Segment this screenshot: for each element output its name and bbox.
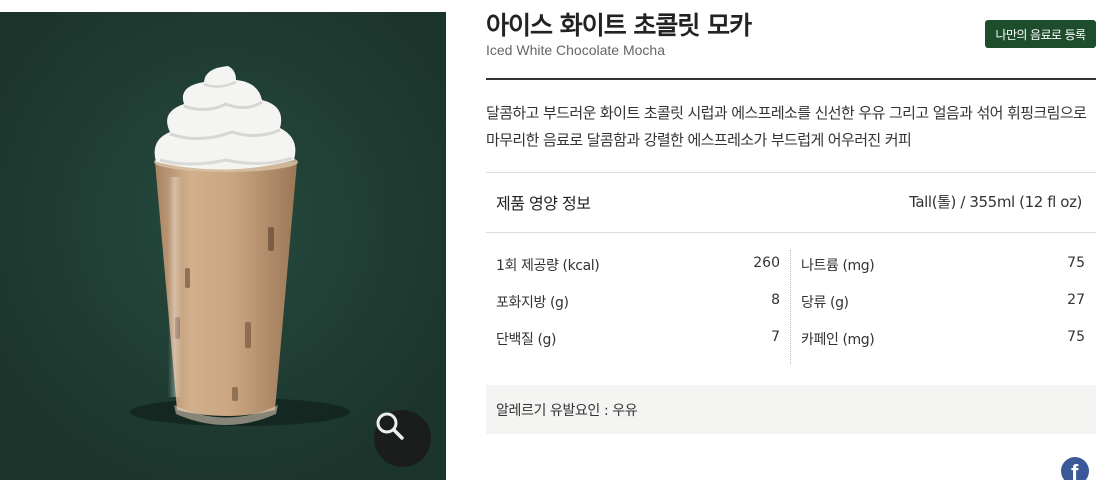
nutrition-label-caffeine: 카페인 (mg)	[801, 332, 875, 348]
nutrition-divider-top	[486, 172, 1096, 173]
nutrition-label-saturated-fat: 포화지방 (g)	[496, 295, 569, 311]
nutrition-value-protein: 7	[771, 329, 780, 345]
nutrition-divider-bottom	[486, 232, 1096, 233]
nutrition-value-caffeine: 75	[1067, 329, 1085, 345]
nutrition-value-saturated-fat: 8	[771, 292, 780, 308]
facebook-icon: f	[1071, 460, 1079, 480]
product-name-ko: 아이스 화이트 초콜릿 모카	[486, 11, 752, 40]
allergy-text: 알레르기 유발요인 : 우유	[496, 402, 638, 419]
facebook-share-button[interactable]: f	[1061, 457, 1089, 480]
nutrition-label-sugars: 당류 (g)	[801, 295, 849, 311]
nutrition-label-protein: 단백질 (g)	[496, 332, 557, 348]
product-description: 달콤하고 부드러운 화이트 초콜릿 시럽과 에스프레소를 신선한 우유 그리고 …	[486, 104, 1087, 149]
title-divider	[486, 78, 1096, 80]
nutrition-title: 제품 영양 정보	[496, 194, 591, 213]
zoom-button[interactable]	[374, 410, 431, 467]
product-image	[0, 12, 446, 480]
allergy-info: 알레르기 유발요인 : 우유	[486, 385, 1096, 434]
nutrition-value-calories: 260	[753, 255, 780, 271]
nutrition-column-divider	[790, 250, 791, 364]
magnifier-icon	[376, 412, 404, 440]
nutrition-value-sugars: 27	[1067, 292, 1085, 308]
nutrition-label-sodium: 나트륨 (mg)	[801, 258, 875, 274]
product-name-en: Iced White Chocolate Mocha	[486, 42, 665, 58]
add-favorite-button[interactable]: 나만의 음료로 등록	[985, 20, 1096, 48]
serving-size: Tall(톨) / 355ml (12 fl oz)	[909, 193, 1082, 211]
nutrition-label-calories: 1회 제공량 (kcal)	[496, 258, 600, 274]
nutrition-value-sodium: 75	[1067, 255, 1085, 271]
